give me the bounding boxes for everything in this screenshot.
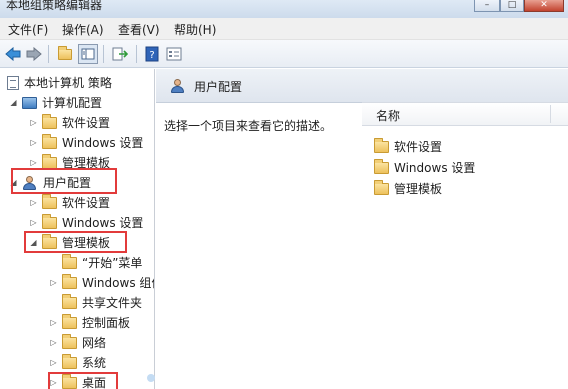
list-item-windows[interactable]: Windows 设置 xyxy=(374,158,475,177)
expand-arrow-icon[interactable]: ▷ xyxy=(28,138,39,147)
list-item-admin[interactable]: 管理模板 xyxy=(374,179,442,198)
details-header: 用户配置 xyxy=(156,69,568,103)
window-title: 本地组策略编辑器 xyxy=(6,0,103,12)
close-button[interactable]: ✕ xyxy=(524,0,564,12)
toolbar-separator xyxy=(136,45,137,63)
svg-text:?: ? xyxy=(149,50,154,61)
properties-icon[interactable] xyxy=(164,44,184,64)
folder-icon xyxy=(62,313,77,329)
tree-label: Windows 设置 xyxy=(62,136,144,150)
tree-node-control-panel[interactable]: ▷ 控制面板 xyxy=(48,313,130,332)
tree-node-shared-folders[interactable]: 共享文件夹 xyxy=(48,293,142,312)
tree-pane: 本地计算机 策略 ◢ 计算机配置 ▷ 软件设置 ▷ Windows 设置 ▷ 管… xyxy=(0,69,155,389)
column-label: 名称 xyxy=(376,109,401,123)
computer-icon xyxy=(22,96,37,109)
expand-arrow-icon[interactable]: ▷ xyxy=(28,158,39,167)
expand-arrow-icon[interactable]: ▷ xyxy=(28,218,39,227)
user-icon xyxy=(170,79,186,93)
menu-bar: 文件(F) 操作(A) 查看(V) 帮助(H) xyxy=(0,18,568,40)
toolbar-separator xyxy=(103,45,104,63)
column-divider[interactable] xyxy=(550,105,551,123)
tree-node-root[interactable]: 本地计算机 策略 xyxy=(4,73,112,92)
tree-node-uc-software[interactable]: ▷ 软件设置 xyxy=(28,193,110,212)
highlight-box-desktop xyxy=(48,372,118,389)
forward-arrow-icon[interactable] xyxy=(24,44,44,64)
tree-label: 控制面板 xyxy=(82,316,131,330)
details-title: 用户配置 xyxy=(194,80,243,94)
maximize-button[interactable]: □ xyxy=(500,0,524,12)
details-pane: 用户配置 选择一个项目来查看它的描述。 名称 软件设置 Windows 设置 管… xyxy=(156,69,568,389)
back-arrow-icon[interactable] xyxy=(3,44,23,64)
tree-label: 系统 xyxy=(82,356,107,370)
expand-arrow-icon[interactable]: ▷ xyxy=(28,198,39,207)
tree-node-computer-config[interactable]: ◢ 计算机配置 xyxy=(8,93,102,112)
expand-arrow-icon[interactable]: ▷ xyxy=(48,338,59,347)
description-text: 选择一个项目来查看它的描述。 xyxy=(164,119,333,133)
list-item-label: 软件设置 xyxy=(394,140,443,154)
tree-label: Windows 设置 xyxy=(62,216,144,230)
folder-icon xyxy=(42,193,57,209)
tree-label: 软件设置 xyxy=(62,196,111,210)
folder-icon xyxy=(62,293,77,309)
folder-icon xyxy=(374,179,389,195)
tree-node-uc-windows[interactable]: ▷ Windows 设置 xyxy=(28,213,143,232)
tree-node-system[interactable]: ▷ 系统 xyxy=(48,353,106,372)
policy-icon xyxy=(7,75,19,90)
expand-arrow-icon[interactable]: ▷ xyxy=(48,318,59,327)
menu-help[interactable]: 帮助(H) xyxy=(174,21,216,38)
toolbar-separator xyxy=(48,45,49,63)
minimize-button[interactable]: – xyxy=(474,0,500,12)
folder-icon xyxy=(374,137,389,153)
list-item-label: Windows 设置 xyxy=(394,161,476,175)
list-item-label: 管理模板 xyxy=(394,182,443,196)
tree-label: Windows 组件 xyxy=(82,276,154,290)
tree-label: “开始”菜单 xyxy=(82,256,143,270)
expand-arrow-icon[interactable]: ▷ xyxy=(48,358,59,367)
tree-label: 网络 xyxy=(82,336,107,350)
tree-label: 软件设置 xyxy=(62,116,111,130)
list-item-software[interactable]: 软件设置 xyxy=(374,137,442,156)
show-hide-tree-icon[interactable] xyxy=(78,44,98,64)
menu-view[interactable]: 查看(V) xyxy=(118,21,160,38)
tree-label: 本地计算机 策略 xyxy=(24,76,112,90)
folder-icon xyxy=(42,133,57,149)
help-icon[interactable]: ? xyxy=(142,44,162,64)
tree-node-cc-windows[interactable]: ▷ Windows 设置 xyxy=(28,133,143,152)
up-folder-icon[interactable] xyxy=(55,44,75,64)
collapse-arrow-icon[interactable]: ◢ xyxy=(8,98,19,107)
highlight-box-user-config xyxy=(11,168,117,194)
folder-icon xyxy=(42,213,57,229)
folder-icon xyxy=(42,113,57,129)
folder-icon xyxy=(62,253,77,269)
expand-arrow-icon[interactable]: ▷ xyxy=(28,118,39,127)
toolbar: ? xyxy=(0,40,568,68)
highlight-box-admin-templates xyxy=(24,231,127,253)
export-list-icon[interactable] xyxy=(110,44,130,64)
folder-icon xyxy=(62,353,77,369)
menu-action[interactable]: 操作(A) xyxy=(62,21,104,38)
folder-icon xyxy=(374,158,389,174)
tree-node-cc-software[interactable]: ▷ 软件设置 xyxy=(28,113,110,132)
tree-node-windows-components[interactable]: ▷ Windows 组件 xyxy=(48,273,154,292)
scroll-indicator xyxy=(147,374,155,382)
tree-label: 计算机配置 xyxy=(42,96,103,110)
expand-arrow-icon[interactable]: ▷ xyxy=(48,278,59,287)
name-column-header[interactable]: 名称 xyxy=(362,102,568,126)
folder-icon xyxy=(62,333,77,349)
folder-icon xyxy=(62,273,77,289)
tree-node-network[interactable]: ▷ 网络 xyxy=(48,333,106,352)
tree-label: 共享文件夹 xyxy=(82,296,143,310)
folder-icon xyxy=(42,153,57,169)
menu-file[interactable]: 文件(F) xyxy=(8,21,48,38)
tree-node-start-menu[interactable]: “开始”菜单 xyxy=(48,253,142,272)
title-bar: 本地组策略编辑器 – □ ✕ xyxy=(0,0,568,18)
